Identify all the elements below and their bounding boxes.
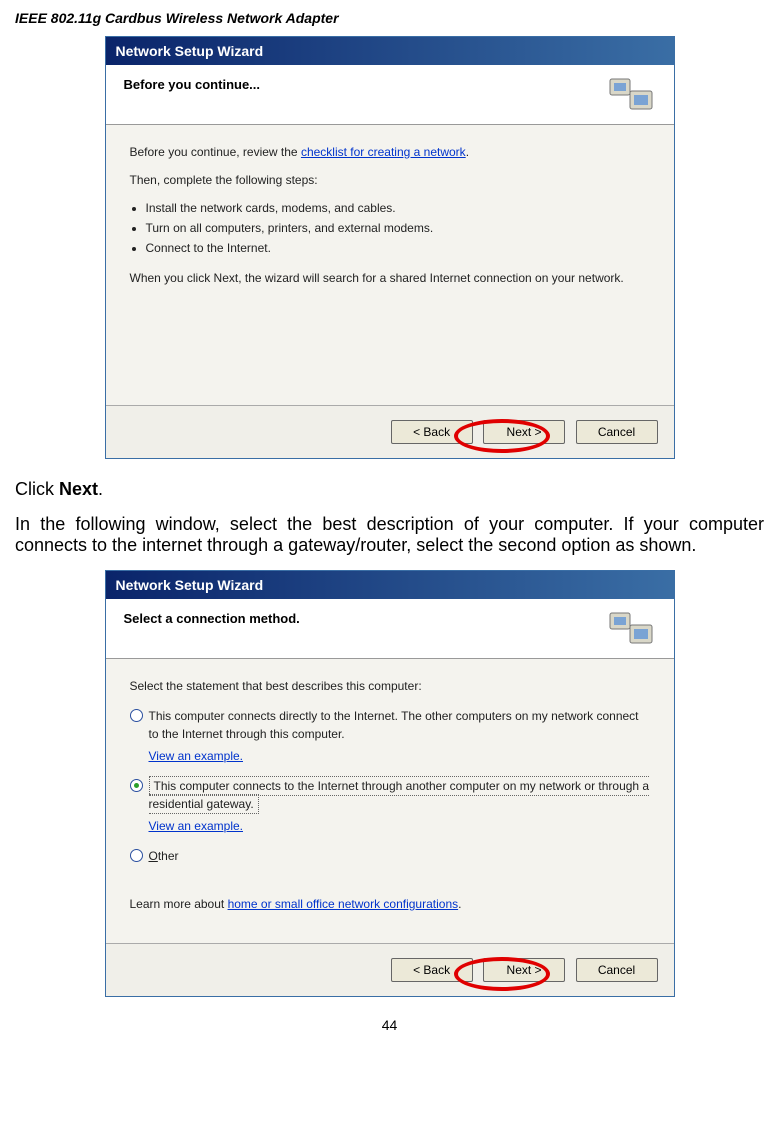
wizard-header-area: Before you continue... [106, 65, 674, 125]
learn-pre: Learn more about [130, 897, 228, 911]
steps-list: Install the network cards, modems, and c… [146, 199, 650, 257]
instruction-click-next: Click Next. [15, 479, 764, 500]
intro-post: . [466, 145, 469, 159]
opt1-text: This computer connects directly to the I… [149, 709, 639, 741]
opt2-text: This computer connects to the Internet t… [149, 776, 650, 814]
cancel-button[interactable]: Cancel [576, 958, 658, 982]
choice-text: Other [149, 847, 650, 865]
wizard-footer: < Back Next > Cancel [106, 405, 674, 458]
instruction-select-description: In the following window, select the best… [15, 514, 764, 556]
instr1-post: . [98, 479, 103, 499]
wizard-title: Network Setup Wizard [106, 37, 674, 65]
radio-option-other[interactable]: Other [130, 847, 650, 865]
radio-option-direct[interactable]: This computer connects directly to the I… [130, 707, 650, 765]
learn-more-line: Learn more about home or small office ne… [130, 895, 650, 913]
next-button[interactable]: Next > [483, 420, 565, 444]
checklist-link[interactable]: checklist for creating a network [301, 145, 466, 159]
page-number: 44 [15, 1017, 764, 1033]
wizard-heading: Before you continue... [124, 77, 656, 92]
wizard-body: Select the statement that best describes… [106, 659, 674, 943]
instr1-pre: Click [15, 479, 59, 499]
opt3-underline: O [149, 849, 158, 863]
doc-header: IEEE 802.11g Cardbus Wireless Network Ad… [15, 10, 764, 26]
wizard-body: Before you continue, review the checklis… [106, 125, 674, 405]
cancel-button[interactable]: Cancel [576, 420, 658, 444]
instr1-bold: Next [59, 479, 98, 499]
radio-option-gateway[interactable]: This computer connects to the Internet t… [130, 777, 650, 835]
network-icon [608, 73, 656, 117]
wizard-heading: Select a connection method. [124, 611, 656, 626]
back-button[interactable]: < Back [391, 420, 473, 444]
wizard-content: Select a connection method. Select the s… [106, 599, 674, 996]
steps-lead: Then, complete the following steps: [130, 171, 650, 189]
list-item: Connect to the Internet. [146, 239, 650, 257]
learn-post: . [458, 897, 461, 911]
choice-text: This computer connects to the Internet t… [149, 777, 650, 835]
radio-icon-selected [130, 779, 143, 792]
learn-more-link[interactable]: home or small office network configurati… [228, 897, 459, 911]
view-example-link[interactable]: View an example. [149, 817, 650, 835]
opt3-text: ther [158, 849, 179, 863]
wizard-content: Before you continue... Before you contin… [106, 65, 674, 458]
list-item: Turn on all computers, printers, and ext… [146, 219, 650, 237]
wizard-header-area: Select a connection method. [106, 599, 674, 659]
choice-text: This computer connects directly to the I… [149, 707, 650, 765]
intro-line: Before you continue, review the checklis… [130, 143, 650, 161]
wizard-footer: < Back Next > Cancel [106, 943, 674, 996]
network-icon [608, 607, 656, 651]
radio-icon [130, 849, 143, 862]
wizard-window-connection-method: Network Setup Wizard Select a connection… [105, 570, 675, 997]
view-example-link[interactable]: View an example. [149, 747, 650, 765]
list-item: Install the network cards, modems, and c… [146, 199, 650, 217]
back-button[interactable]: < Back [391, 958, 473, 982]
select-lead: Select the statement that best describes… [130, 677, 650, 695]
wizard-title: Network Setup Wizard [106, 571, 674, 599]
intro-pre: Before you continue, review the [130, 145, 301, 159]
note-line: When you click Next, the wizard will sea… [130, 269, 650, 287]
next-button[interactable]: Next > [483, 958, 565, 982]
radio-icon [130, 709, 143, 722]
wizard-window-before-continue: Network Setup Wizard Before you continue… [105, 36, 675, 459]
